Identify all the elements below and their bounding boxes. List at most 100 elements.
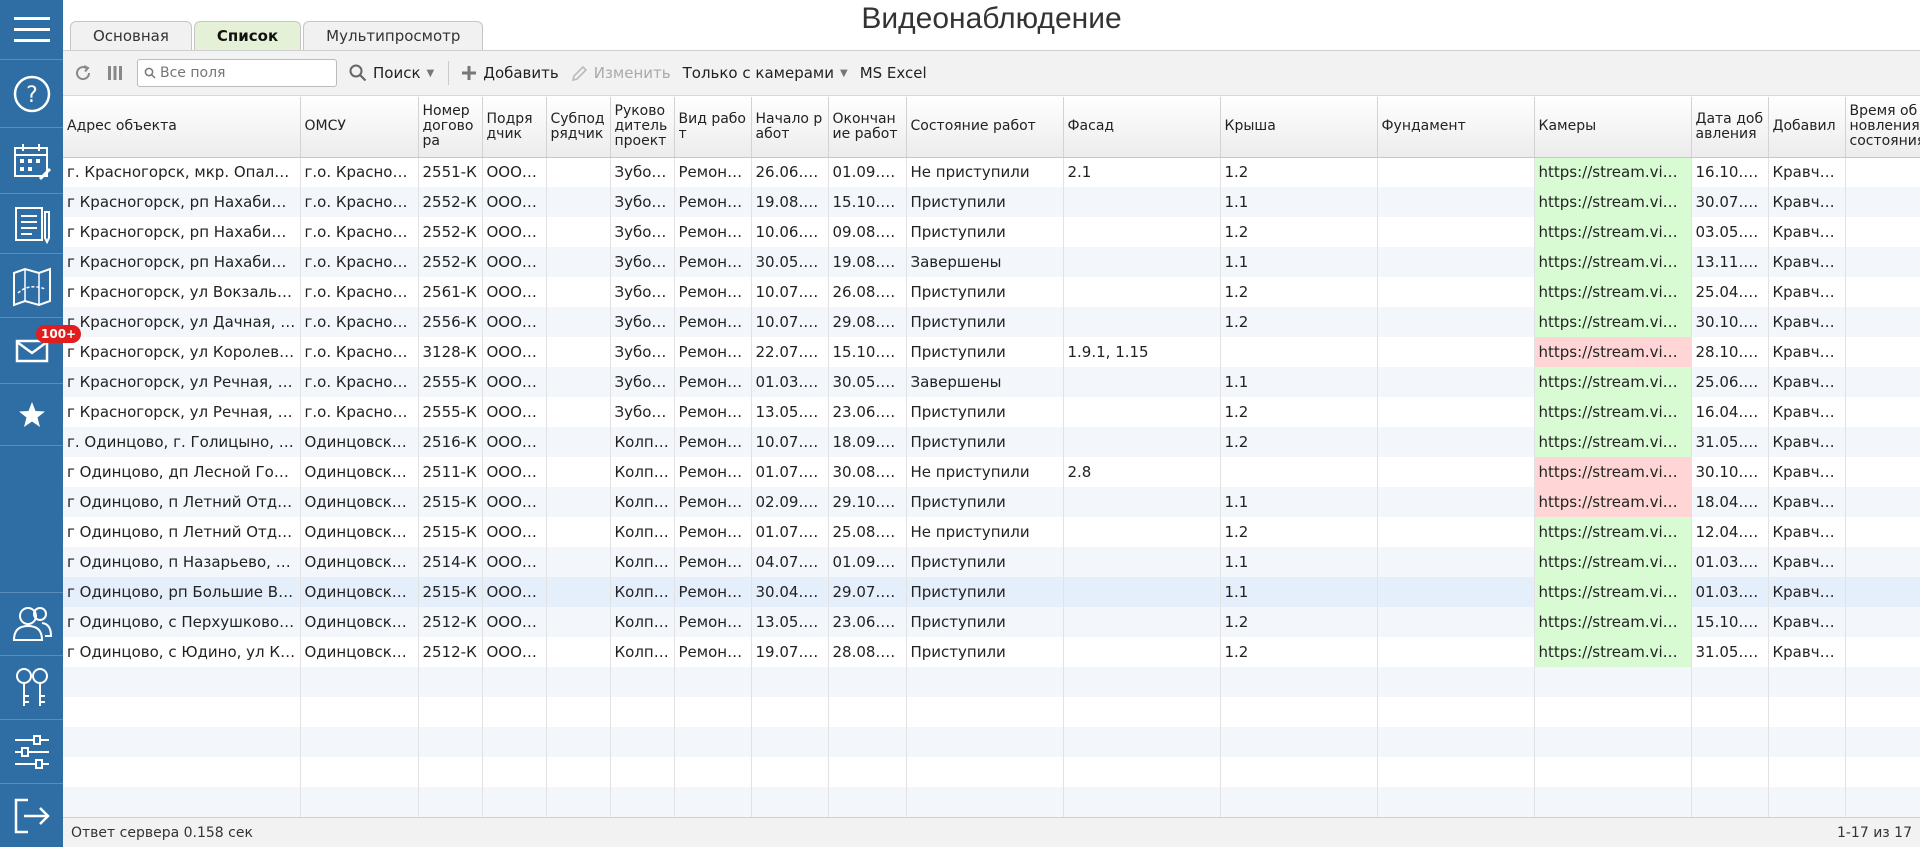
keys-icon[interactable] [0, 656, 63, 720]
edit-button[interactable]: Изменить [571, 64, 671, 82]
cell-cam[interactable]: https://stream.vide... [1534, 247, 1692, 277]
cameras-only-filter[interactable]: Только с камерами ▼ [683, 64, 848, 82]
cell-facade [1063, 547, 1221, 577]
column-header[interactable]: Время обновления состояния [1845, 97, 1920, 158]
empty-cell [906, 667, 1064, 697]
cell-num: 2561-К [418, 277, 483, 307]
cell-by: Кравче... [1768, 577, 1846, 607]
column-header[interactable]: Вид работ [674, 97, 752, 158]
table-row[interactable]: г Красногорск, рп Нахабино, ... г.о. Крас… [63, 217, 1920, 247]
empty-cell [1534, 727, 1692, 757]
tab-list[interactable]: Список [193, 21, 302, 50]
calendar-icon[interactable] [0, 128, 63, 194]
cell-upd [1845, 517, 1920, 547]
tab-multiview[interactable]: Мультипросмотр [303, 21, 484, 50]
column-header[interactable]: Добавил [1768, 97, 1846, 158]
cell-cam[interactable]: https://stream.vide... [1534, 187, 1692, 217]
columns-icon[interactable] [103, 61, 127, 85]
cell-found [1377, 607, 1535, 637]
cell-facade [1063, 637, 1221, 667]
cell-sub [546, 637, 611, 667]
cell-found [1377, 217, 1535, 247]
add-button[interactable]: Добавить [461, 64, 559, 82]
tab-main[interactable]: Основная [70, 21, 192, 50]
cell-omsu: Одинцовский... [300, 637, 419, 667]
table-row[interactable]: г Красногорск, рп Нахабино, ... г.о. Крас… [63, 187, 1920, 217]
cell-state: Приступили [906, 547, 1064, 577]
column-header[interactable]: Состояние работ [906, 97, 1064, 158]
settings-icon[interactable] [0, 720, 63, 784]
cell-cam[interactable]: https://stream.vide... [1534, 607, 1692, 637]
empty-cell [1220, 787, 1378, 817]
cell-upd [1845, 397, 1920, 427]
cell-cam[interactable]: https://stream.vide... [1534, 157, 1692, 187]
table-row[interactable]: г Одинцово, п Летний Отдых,... Одинцовски… [63, 487, 1920, 517]
table-row[interactable]: г Одинцово, рп Большие Вязё... Одинцовски… [63, 577, 1920, 607]
cell-cam[interactable]: https://stream.vide... [1534, 637, 1692, 667]
column-header[interactable]: Фасад [1063, 97, 1221, 158]
table-row[interactable]: г Красногорск, рп Нахабино, ... г.о. Крас… [63, 247, 1920, 277]
map-icon[interactable] [0, 254, 63, 318]
table-row[interactable]: г Красногорск, ул Вокзальная... г.о. Крас… [63, 277, 1920, 307]
column-header[interactable]: Адрес объекта [63, 97, 301, 158]
empty-cell [674, 667, 752, 697]
empty-cell [828, 697, 907, 727]
cell-upd [1845, 247, 1920, 277]
cell-added: 16.04.2... [1691, 397, 1769, 427]
column-header[interactable]: Окончание работ [828, 97, 907, 158]
refresh-icon[interactable] [71, 61, 95, 85]
help-icon[interactable]: ? [0, 60, 63, 128]
cell-cam[interactable]: https://stream.vide... [1534, 277, 1692, 307]
table-row[interactable]: г Красногорск, ул Дачная, д. ... г.о. Кра… [63, 307, 1920, 337]
table-row[interactable]: г Одинцово, с Юдино, ул Кра... Одинцовски… [63, 637, 1920, 667]
table-row[interactable]: г Одинцово, п Назарьево, д. 8 Одинцовский… [63, 547, 1920, 577]
search-input[interactable] [160, 65, 330, 81]
excel-export-button[interactable]: MS Excel [860, 64, 927, 82]
cell-cam[interactable]: https://stream.vide... [1534, 307, 1692, 337]
cell-cam[interactable]: https://stream.vide... [1534, 547, 1692, 577]
table-header-row: Адрес объекта ОМСУ Номер договора Подрядчик… [63, 97, 1920, 158]
cell-cam[interactable]: https://stream.vide... [1534, 577, 1692, 607]
column-header[interactable]: Крыша [1220, 97, 1378, 158]
table-row[interactable]: г Одинцово, дп Лесной Город... Одинцовски… [63, 457, 1920, 487]
menu-icon[interactable] [0, 0, 63, 60]
star-icon[interactable] [0, 384, 63, 446]
cell-cam[interactable]: https://stream.vide... [1534, 367, 1692, 397]
logout-icon[interactable] [0, 784, 63, 847]
users-icon[interactable] [0, 592, 63, 656]
cell-by: Кравче... [1768, 247, 1846, 277]
table-row[interactable]: г Красногорск, ул Речная, д. 7 г.о. Красн… [63, 397, 1920, 427]
cell-cam[interactable]: https://stream.vide... [1534, 457, 1692, 487]
cell-roof [1220, 337, 1378, 367]
mail-badge: 100+ [36, 325, 82, 343]
column-header[interactable]: Дата добавления [1691, 97, 1769, 158]
column-header[interactable]: Номер договора [418, 97, 483, 158]
table-row[interactable]: г Красногорск, ул Речная, д. 6 г.о. Красн… [63, 367, 1920, 397]
sidebar: ? 100+ [0, 0, 82, 847]
documents-icon[interactable] [0, 194, 63, 254]
empty-cell [906, 697, 1064, 727]
cell-cam[interactable]: https://stream.vide... [1534, 517, 1692, 547]
table-row[interactable]: г Одинцово, с Перхушково, д... Одинцовски… [63, 607, 1920, 637]
column-header[interactable]: Субподрядчик [546, 97, 611, 158]
cell-cam[interactable]: https://stream.vide... [1534, 487, 1692, 517]
search-button[interactable]: Поиск ▼ [349, 64, 434, 82]
cell-sub [546, 577, 611, 607]
cell-cam[interactable]: https://stream.vide... [1534, 337, 1692, 367]
table-row[interactable]: г Красногорск, ул Королева, ... г.о. Крас… [63, 337, 1920, 367]
column-header[interactable]: ОМСУ [300, 97, 419, 158]
table-row[interactable]: г. Одинцово, г. Голицыно, ул.... Одинцовс… [63, 427, 1920, 457]
column-header[interactable]: Руководитель проекта [610, 97, 675, 158]
column-header[interactable]: Фундамент [1377, 97, 1535, 158]
table-row[interactable]: г Одинцово, п Летний Отдых,... Одинцовски… [63, 517, 1920, 547]
cell-addr: г Одинцово, п Назарьево, д. 8 [63, 547, 301, 577]
toolbar-divider [448, 61, 450, 85]
cell-cam[interactable]: https://stream.vide... [1534, 397, 1692, 427]
cell-state: Приступили [906, 187, 1064, 217]
cell-cam[interactable]: https://stream.vide... [1534, 217, 1692, 247]
column-header[interactable]: Подрядчик [482, 97, 547, 158]
cell-cam[interactable]: https://stream.vide... [1534, 427, 1692, 457]
column-header[interactable]: Начало работ [751, 97, 829, 158]
table-row[interactable]: г. Красногорск, мкр. Опалиха... г.о. Крас… [63, 157, 1920, 187]
column-header[interactable]: Камеры [1534, 97, 1692, 158]
